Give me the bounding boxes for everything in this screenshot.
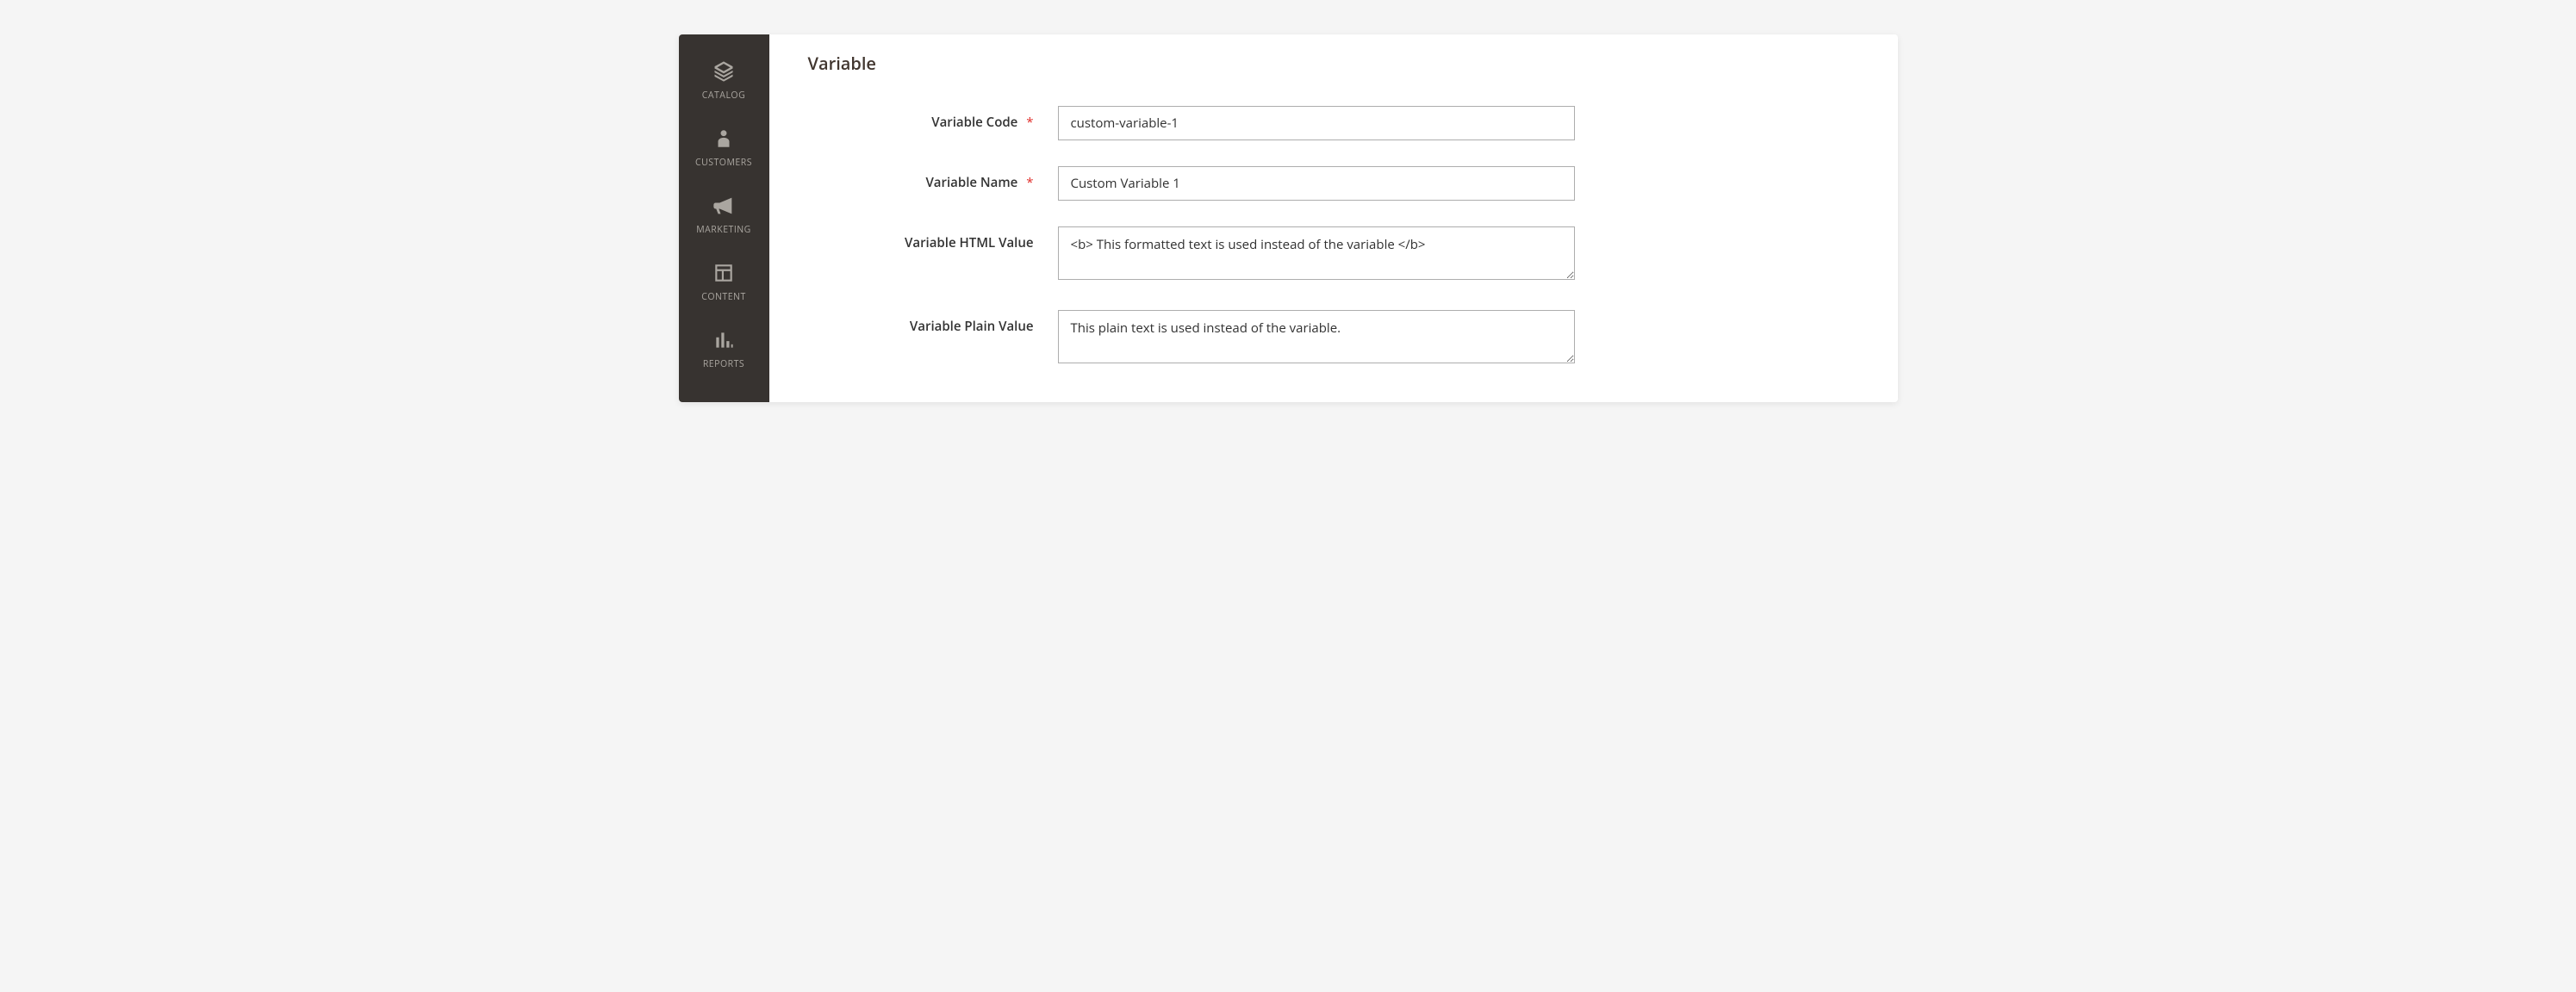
- sidebar-item-label: CUSTOMERS: [695, 157, 752, 169]
- field-label: Variable HTML Value: [905, 234, 1033, 251]
- field-row-variable-code: Variable Code *: [808, 106, 1859, 140]
- sidebar-item-customers[interactable]: CUSTOMERS: [679, 114, 769, 181]
- page-title: Variable: [808, 52, 1859, 75]
- reports-icon: [711, 327, 737, 353]
- variable-edit-panel: CATALOG CUSTOMERS MARKETING CONTENT REPO: [679, 34, 1898, 402]
- field-label-col: Variable Plain Value: [808, 310, 1058, 335]
- sidebar-item-label: CONTENT: [701, 291, 746, 303]
- sidebar-item-reports[interactable]: REPORTS: [679, 315, 769, 382]
- field-label: Variable Name: [925, 174, 1017, 191]
- field-input-col: [1058, 106, 1575, 140]
- variable-html-value-textarea[interactable]: [1058, 226, 1575, 280]
- field-label-col: Variable HTML Value: [808, 226, 1058, 251]
- sidebar-item-catalog[interactable]: CATALOG: [679, 46, 769, 114]
- field-input-col: [1058, 310, 1575, 368]
- required-marker: *: [1026, 114, 1033, 131]
- field-input-col: [1058, 226, 1575, 284]
- field-label: Variable Plain Value: [910, 318, 1034, 335]
- sidebar-item-content[interactable]: CONTENT: [679, 248, 769, 315]
- field-row-variable-name: Variable Name *: [808, 166, 1859, 201]
- sidebar-item-marketing[interactable]: MARKETING: [679, 181, 769, 248]
- variable-name-input[interactable]: [1058, 166, 1575, 201]
- main-content: Variable Variable Code * Variable Name *: [769, 34, 1898, 402]
- customers-icon: [711, 126, 737, 152]
- required-marker: *: [1026, 174, 1033, 191]
- variable-plain-value-textarea[interactable]: [1058, 310, 1575, 363]
- field-label: Variable Code: [931, 114, 1017, 131]
- field-row-variable-plain-value: Variable Plain Value: [808, 310, 1859, 368]
- field-label-col: Variable Code *: [808, 106, 1058, 131]
- admin-sidebar: CATALOG CUSTOMERS MARKETING CONTENT REPO: [679, 34, 769, 402]
- content-icon: [711, 260, 737, 286]
- variable-code-input[interactable]: [1058, 106, 1575, 140]
- field-input-col: [1058, 166, 1575, 201]
- marketing-icon: [711, 193, 737, 219]
- field-label-col: Variable Name *: [808, 166, 1058, 191]
- sidebar-item-label: CATALOG: [702, 90, 745, 102]
- sidebar-item-label: MARKETING: [696, 224, 751, 236]
- sidebar-item-label: REPORTS: [703, 358, 744, 370]
- catalog-icon: [711, 59, 737, 84]
- field-row-variable-html-value: Variable HTML Value: [808, 226, 1859, 284]
